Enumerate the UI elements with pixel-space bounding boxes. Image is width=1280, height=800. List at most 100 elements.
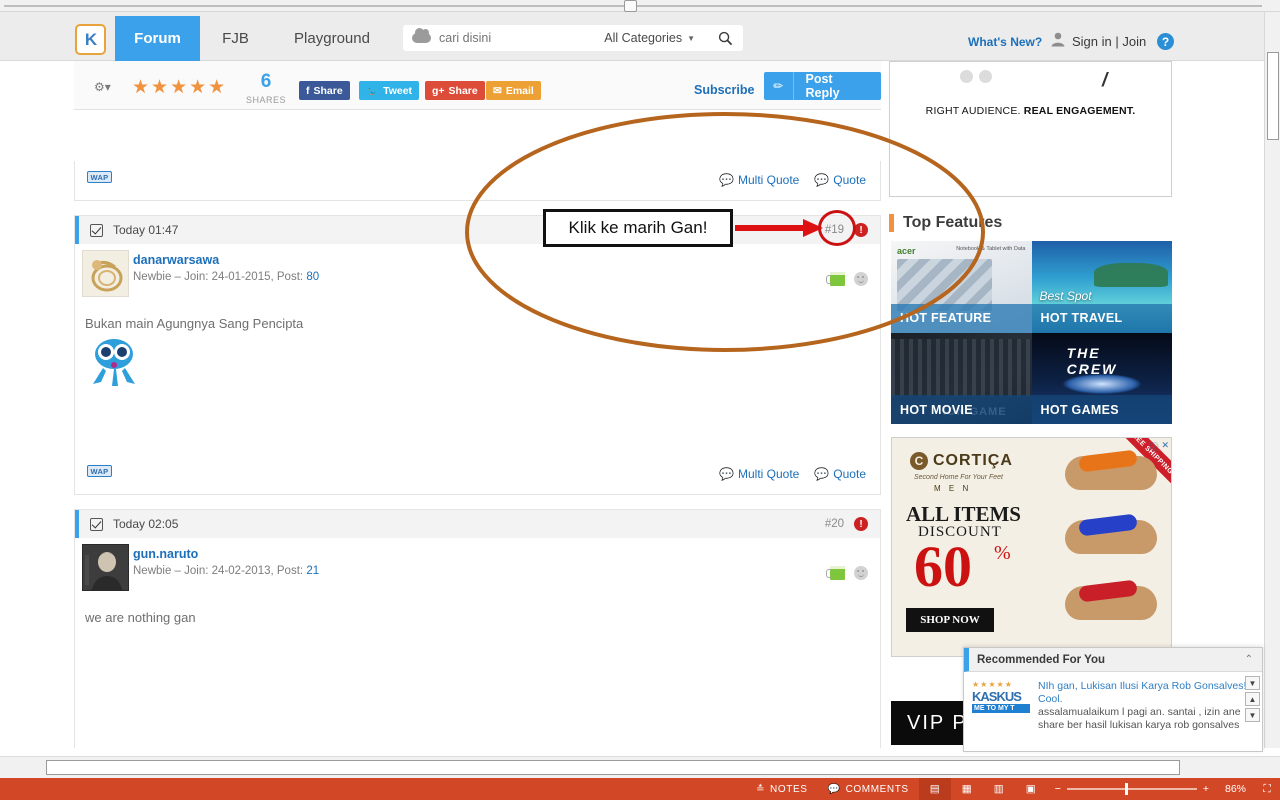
category-selector-label[interactable]: All Categories: [604, 31, 687, 45]
zoom-in-button[interactable]: +: [1203, 783, 1209, 795]
beer-mug-icon[interactable]: [826, 272, 845, 286]
annotation-callout: Klik ke marih Gan!: [543, 209, 733, 247]
top-scrollbar-thumb[interactable]: [624, 0, 637, 12]
nav-item-playground[interactable]: Playground: [272, 16, 392, 61]
window-vertical-scrollbar[interactable]: [1264, 12, 1280, 748]
banner-dots-icon: [960, 70, 992, 83]
recommended-item[interactable]: ★★★★★ KASKUS ME TO MY T NIh gan, Lukisan…: [964, 672, 1262, 732]
close-icon[interactable]: ✕: [1161, 440, 1169, 453]
recommended-link-line1[interactable]: NIh gan, Lukisan Ilusi Karya Rob Gonsalv…: [1038, 680, 1246, 693]
subscribe-link[interactable]: Subscribe: [694, 83, 754, 97]
thread-toolbar: ⚙▾ ★★★★★ 6 SHARES f Share 🐦 Tweet g+ Sha…: [74, 61, 881, 110]
banner-tagline-part2: REAL ENGAGEMENT.: [1023, 105, 1136, 117]
nav-item-fjb[interactable]: FJB: [208, 16, 263, 61]
whats-new-link[interactable]: What's New?: [968, 35, 1042, 49]
post-select-checkbox[interactable]: [90, 517, 103, 531]
tile-hot-games[interactable]: THE CREW HOT GAMES: [1031, 332, 1172, 424]
window-horizontal-scrollbar[interactable]: [0, 756, 1280, 778]
tile-hot-movie[interactable]: ION GAME HOT MOVIE: [891, 332, 1032, 424]
recommended-header[interactable]: Recommended For You ⌃: [964, 648, 1262, 672]
avatar[interactable]: [82, 544, 129, 591]
normal-view-button[interactable]: ▤: [918, 778, 951, 800]
googleplus-share-label: Share: [448, 84, 478, 97]
search-input[interactable]: [439, 31, 605, 45]
top-features-tiles: acer Notebook & Tablet with Data HOT FEA…: [891, 241, 1172, 424]
cloud-icon: [403, 28, 439, 43]
multi-quote-link-previous[interactable]: 💬 Multi Quote: [719, 173, 799, 187]
post-20-reputation-icons: [826, 566, 868, 580]
post-19-join-label: Join:: [184, 271, 209, 283]
zoom-slider-thumb[interactable]: [1124, 783, 1128, 795]
twitter-icon: 🐦: [366, 85, 380, 97]
rating-stars[interactable]: ★★★★★: [132, 76, 227, 99]
notes-button[interactable]: ≛ NOTES: [746, 778, 817, 800]
gear-icon[interactable]: ⚙▾: [94, 80, 111, 94]
recommended-text: NIh gan, Lukisan Ilusi Karya Rob Gonsalv…: [1038, 680, 1246, 732]
multi-quote-link-19[interactable]: 💬 Multi Quote: [719, 467, 799, 481]
ad-segment: M E N: [934, 484, 972, 493]
post-20-number[interactable]: #20: [825, 518, 844, 530]
quote-link-19[interactable]: 💬 Quote: [814, 467, 866, 481]
post-20-rank: Newbie: [133, 565, 172, 577]
multi-quote-label: Multi Quote: [737, 173, 800, 187]
vertical-scrollbar-thumb[interactable]: [1267, 52, 1279, 140]
ad-info-icon[interactable]: ⓘ: [1149, 440, 1158, 453]
avatar[interactable]: [82, 250, 129, 297]
kaskus-logo-icon[interactable]: K: [75, 24, 106, 55]
nav-item-forum[interactable]: Forum: [115, 16, 200, 61]
help-icon[interactable]: ?: [1157, 33, 1174, 50]
chevron-down-icon[interactable]: ▼: [687, 34, 707, 43]
multi-quote-icon: 💬: [719, 467, 734, 481]
scroll-prev-page-button[interactable]: ▲: [1245, 692, 1260, 706]
slide-sorter-view-button[interactable]: ▦: [951, 778, 983, 800]
cortica-ad[interactable]: FREE SHIPPING ⓘ ✕ C CORTIÇA Second Home …: [891, 437, 1172, 657]
post-20-username[interactable]: gun.naruto: [133, 547, 198, 561]
zoom-slider[interactable]: [1066, 783, 1197, 795]
googleplus-share-button[interactable]: g+ Share: [425, 81, 485, 100]
search-icon[interactable]: [707, 31, 743, 46]
top-ad-banner[interactable]: / RIGHT AUDIENCE. REAL ENGAGEMENT.: [889, 61, 1172, 197]
beer-mug-icon[interactable]: [826, 566, 845, 580]
smiley-icon[interactable]: [854, 272, 868, 286]
email-share-button[interactable]: ✉ Email: [486, 81, 541, 100]
zoom-out-button[interactable]: −: [1055, 783, 1061, 795]
post-19-quote-links: 💬 Multi Quote 💬 Quote: [719, 467, 866, 481]
zoom-control: − +: [1047, 783, 1217, 795]
twitter-tweet-button[interactable]: 🐦 Tweet: [359, 81, 420, 100]
report-post-icon[interactable]: !: [854, 223, 868, 237]
post-reply-button[interactable]: ✏ Post Reply: [764, 72, 881, 100]
facebook-share-label: Share: [313, 84, 343, 97]
comments-button[interactable]: 💬 COMMENTS: [818, 778, 919, 800]
fit-to-window-button[interactable]: ⛶: [1254, 778, 1280, 800]
recommended-body-line2: share ber hasil lukisan karya rob gonsal…: [1038, 719, 1240, 731]
tile-hot-feature[interactable]: acer Notebook & Tablet with Data HOT FEA…: [891, 241, 1032, 333]
scroll-down-button[interactable]: ▼: [1245, 676, 1260, 690]
facebook-share-button[interactable]: f Share: [299, 81, 350, 100]
recommended-link-line2[interactable]: Cool.: [1038, 693, 1246, 706]
tile-hot-travel[interactable]: Best Spot HOT TRAVEL: [1031, 241, 1172, 333]
smiley-icon[interactable]: [854, 566, 868, 580]
pencil-icon[interactable]: ✏: [764, 72, 794, 100]
annotation-callout-text: Klik ke marih Gan!: [568, 218, 708, 237]
sandal-image-blue: [1065, 513, 1157, 554]
reading-view-button[interactable]: ▥: [983, 778, 1015, 800]
horizontal-scrollbar-thumb[interactable]: [46, 760, 1180, 775]
post-19-post-count[interactable]: 80: [306, 271, 319, 283]
post-19-username[interactable]: danarwarsawa: [133, 253, 219, 267]
reading-view-icon: ▥: [993, 783, 1004, 795]
zoom-level-label[interactable]: 86%: [1217, 783, 1254, 795]
quote-icon: 💬: [814, 467, 830, 481]
email-share-label: Email: [505, 84, 534, 97]
sign-in-link[interactable]: Sign in | Join: [1072, 34, 1146, 49]
shop-now-button[interactable]: SHOP NOW: [906, 608, 994, 632]
post-select-checkbox[interactable]: [90, 223, 103, 237]
annotation-arrow: [735, 219, 823, 237]
quote-link-previous[interactable]: 💬 Quote: [814, 173, 866, 187]
report-post-icon[interactable]: !: [854, 517, 868, 531]
post-20-post-count[interactable]: 21: [306, 565, 319, 577]
slideshow-view-button[interactable]: ▣: [1015, 778, 1047, 800]
top-scrollbar[interactable]: [0, 0, 1280, 12]
scroll-next-page-button[interactable]: ▼: [1245, 708, 1260, 722]
recommended-scroll-buttons[interactable]: ▼ ▲ ▼: [1245, 676, 1260, 750]
chevron-up-icon[interactable]: ⌃: [1245, 654, 1253, 665]
